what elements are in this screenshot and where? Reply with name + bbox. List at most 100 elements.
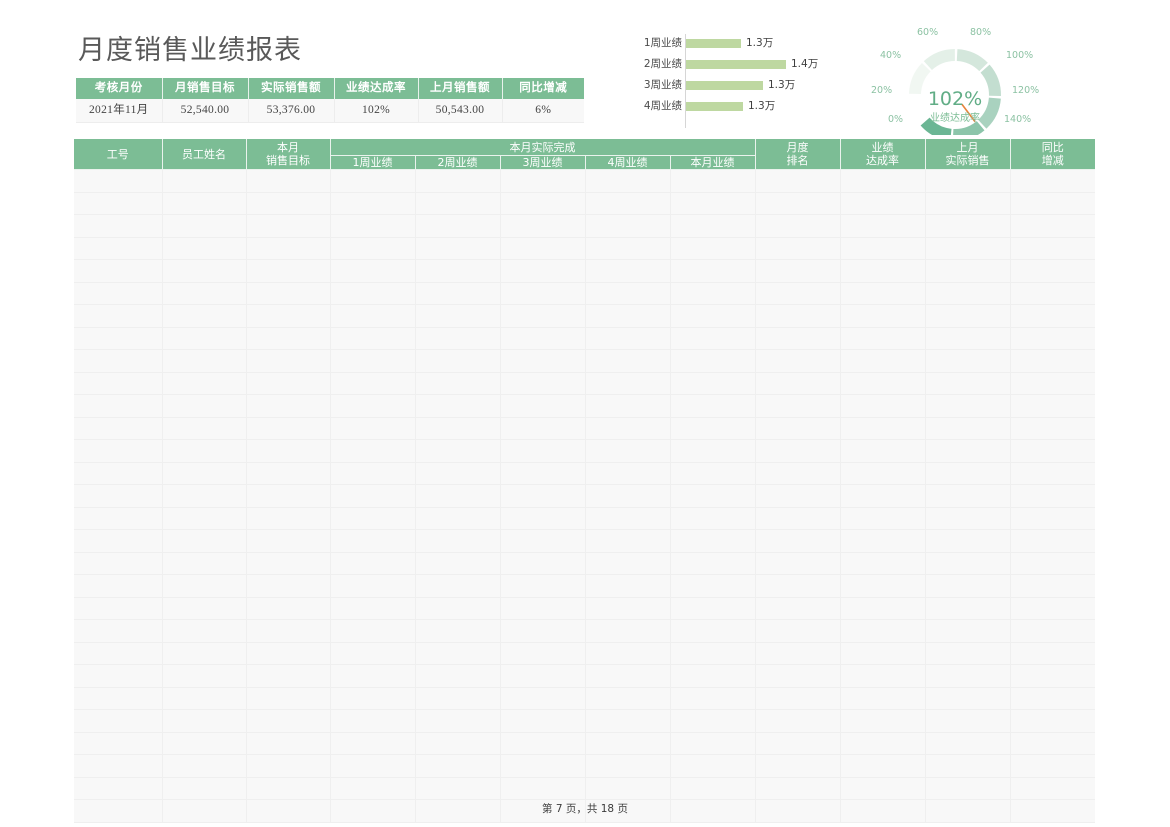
table-cell[interactable] bbox=[500, 642, 586, 665]
table-cell[interactable] bbox=[755, 259, 841, 283]
table-cell[interactable] bbox=[585, 349, 671, 373]
table-cell[interactable] bbox=[246, 552, 331, 575]
table-cell[interactable] bbox=[925, 192, 1011, 215]
table-cell[interactable] bbox=[74, 484, 163, 508]
table-cell[interactable] bbox=[1010, 327, 1096, 350]
table-cell[interactable] bbox=[500, 439, 586, 463]
table-cell[interactable] bbox=[415, 574, 501, 598]
table-cell[interactable] bbox=[585, 732, 671, 755]
table-cell[interactable] bbox=[415, 619, 501, 643]
table-row[interactable] bbox=[74, 507, 1096, 530]
table-cell[interactable] bbox=[925, 619, 1011, 643]
table-cell[interactable] bbox=[74, 304, 163, 328]
table-cell[interactable] bbox=[585, 709, 671, 733]
table-cell[interactable] bbox=[500, 304, 586, 328]
table-cell[interactable] bbox=[670, 507, 756, 530]
table-cell[interactable] bbox=[330, 282, 416, 305]
table-cell[interactable] bbox=[330, 642, 416, 665]
table-cell[interactable] bbox=[415, 642, 501, 665]
table-cell[interactable] bbox=[74, 732, 163, 755]
table-cell[interactable] bbox=[670, 754, 756, 778]
table-cell[interactable] bbox=[415, 552, 501, 575]
table-cell[interactable] bbox=[840, 394, 926, 418]
table-cell[interactable] bbox=[500, 754, 586, 778]
table-cell[interactable] bbox=[74, 664, 163, 688]
table-cell[interactable] bbox=[246, 754, 331, 778]
table-cell[interactable] bbox=[670, 237, 756, 260]
table-cell[interactable] bbox=[585, 642, 671, 665]
table-cell[interactable] bbox=[925, 327, 1011, 350]
table-cell[interactable] bbox=[500, 169, 586, 193]
table-cell[interactable] bbox=[415, 687, 501, 710]
table-cell[interactable] bbox=[585, 214, 671, 238]
table-cell[interactable] bbox=[925, 439, 1011, 463]
table-cell[interactable] bbox=[500, 552, 586, 575]
table-cell[interactable] bbox=[74, 529, 163, 553]
table-cell[interactable] bbox=[162, 372, 247, 395]
table-cell[interactable] bbox=[330, 777, 416, 800]
table-cell[interactable] bbox=[755, 529, 841, 553]
table-cell[interactable] bbox=[840, 507, 926, 530]
table-cell[interactable] bbox=[330, 552, 416, 575]
table-cell[interactable] bbox=[840, 169, 926, 193]
table-cell[interactable] bbox=[755, 507, 841, 530]
table-cell[interactable] bbox=[246, 574, 331, 598]
table-cell[interactable] bbox=[162, 237, 247, 260]
table-cell[interactable] bbox=[330, 259, 416, 283]
table-cell[interactable] bbox=[74, 169, 163, 193]
table-cell[interactable] bbox=[330, 709, 416, 733]
table-cell[interactable] bbox=[1010, 664, 1096, 688]
table-cell[interactable] bbox=[162, 462, 247, 485]
table-cell[interactable] bbox=[755, 237, 841, 260]
table-cell[interactable] bbox=[670, 529, 756, 553]
table-cell[interactable] bbox=[162, 754, 247, 778]
table-cell[interactable] bbox=[415, 394, 501, 418]
table-cell[interactable] bbox=[246, 462, 331, 485]
table-cell[interactable] bbox=[415, 327, 501, 350]
table-cell[interactable] bbox=[755, 709, 841, 733]
table-row[interactable] bbox=[74, 687, 1096, 710]
table-row[interactable] bbox=[74, 282, 1096, 305]
table-cell[interactable] bbox=[925, 687, 1011, 710]
table-cell[interactable] bbox=[840, 304, 926, 328]
table-cell[interactable] bbox=[330, 507, 416, 530]
table-cell[interactable] bbox=[585, 372, 671, 395]
table-cell[interactable] bbox=[925, 507, 1011, 530]
table-cell[interactable] bbox=[755, 192, 841, 215]
table-cell[interactable] bbox=[74, 462, 163, 485]
table-cell[interactable] bbox=[415, 304, 501, 328]
table-cell[interactable] bbox=[330, 192, 416, 215]
table-row[interactable] bbox=[74, 552, 1096, 575]
table-cell[interactable] bbox=[415, 282, 501, 305]
table-cell[interactable] bbox=[330, 394, 416, 418]
table-cell[interactable] bbox=[670, 417, 756, 440]
table-cell[interactable] bbox=[415, 709, 501, 733]
table-cell[interactable] bbox=[670, 619, 756, 643]
table-row[interactable] bbox=[74, 394, 1096, 418]
table-cell[interactable] bbox=[162, 529, 247, 553]
table-cell[interactable] bbox=[415, 417, 501, 440]
table-cell[interactable] bbox=[1010, 597, 1096, 620]
table-cell[interactable] bbox=[330, 687, 416, 710]
table-cell[interactable] bbox=[585, 664, 671, 688]
table-cell[interactable] bbox=[585, 574, 671, 598]
table-cell[interactable] bbox=[246, 777, 331, 800]
table-cell[interactable] bbox=[755, 597, 841, 620]
table-cell[interactable] bbox=[74, 687, 163, 710]
table-cell[interactable] bbox=[330, 754, 416, 778]
table-row[interactable] bbox=[74, 709, 1096, 733]
table-cell[interactable] bbox=[330, 664, 416, 688]
table-cell[interactable] bbox=[670, 484, 756, 508]
table-cell[interactable] bbox=[415, 169, 501, 193]
table-cell[interactable] bbox=[840, 372, 926, 395]
table-cell[interactable] bbox=[925, 642, 1011, 665]
table-cell[interactable] bbox=[162, 214, 247, 238]
table-cell[interactable] bbox=[925, 777, 1011, 800]
table-cell[interactable] bbox=[1010, 552, 1096, 575]
table-cell[interactable] bbox=[162, 259, 247, 283]
table-cell[interactable] bbox=[246, 529, 331, 553]
table-cell[interactable] bbox=[925, 372, 1011, 395]
table-cell[interactable] bbox=[840, 282, 926, 305]
table-cell[interactable] bbox=[755, 439, 841, 463]
table-cell[interactable] bbox=[1010, 619, 1096, 643]
